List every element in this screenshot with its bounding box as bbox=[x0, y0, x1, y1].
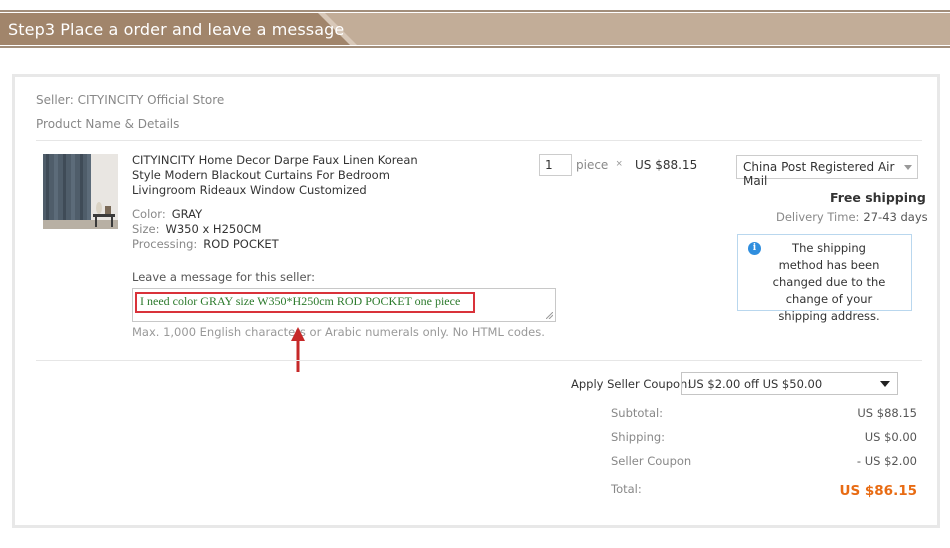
attribute-color: Color: GRAY bbox=[132, 207, 202, 221]
coupon-label: Apply Seller Coupon: bbox=[571, 377, 692, 391]
times-sign: × bbox=[616, 158, 623, 170]
delivery-time-label: Delivery Time: bbox=[776, 210, 860, 224]
banner-bottom-rule bbox=[0, 46, 950, 48]
seller-coupon-value: - US $2.00 bbox=[856, 454, 917, 468]
message-hint: Max. 1,000 English characters or Arabic … bbox=[132, 325, 545, 339]
shipping-value: US $0.00 bbox=[864, 430, 917, 444]
product-title[interactable]: CITYINCITY Home Decor Darpe Faux Linen K… bbox=[132, 153, 424, 198]
shipping-method-value: China Post Registered Air Mail bbox=[743, 160, 895, 188]
coupon-value: US $2.00 off US $50.00 bbox=[688, 377, 823, 391]
chevron-down-icon bbox=[904, 165, 912, 170]
seller-coupon-label: Seller Coupon bbox=[611, 454, 692, 468]
divider bbox=[36, 140, 922, 141]
attribute-size: Size: W350 x H250CM bbox=[132, 222, 261, 236]
total-label: Total: bbox=[611, 482, 642, 496]
attribute-value: ROD POCKET bbox=[203, 237, 279, 251]
quantity-input[interactable]: 1 bbox=[539, 154, 572, 176]
curtain-product-image[interactable] bbox=[43, 154, 118, 229]
attribute-label: Color: bbox=[132, 207, 166, 221]
shipping-label: Shipping: bbox=[611, 430, 666, 444]
step-title: Step3 Place a order and leave a message bbox=[8, 20, 345, 39]
attribute-processing: Processing: ROD POCKET bbox=[132, 237, 279, 251]
step-banner: Step3 Place a order and leave a message bbox=[0, 13, 950, 45]
seller-coupon-select[interactable]: US $2.00 off US $50.00 bbox=[681, 372, 898, 395]
chevron-down-icon bbox=[880, 381, 890, 387]
subtotal-label: Subtotal: bbox=[611, 406, 664, 420]
attribute-label: Processing: bbox=[132, 237, 198, 251]
shipping-notice-text: The shipping method has been changed due… bbox=[772, 241, 886, 323]
shipping-method-select[interactable]: China Post Registered Air Mail bbox=[736, 155, 918, 188]
seller-name: Seller: CITYINCITY Official Store bbox=[36, 93, 225, 107]
banner-top-rule bbox=[0, 10, 950, 12]
total-value: US $86.15 bbox=[839, 483, 917, 499]
divider bbox=[36, 360, 922, 361]
quantity-unit: piece bbox=[576, 158, 609, 172]
shipping-notice: i The shipping method has been changed d… bbox=[737, 234, 912, 323]
unit-price: US $88.15 bbox=[635, 158, 698, 172]
message-text: I need color GRAY size W350*H250cm ROD P… bbox=[140, 294, 461, 308]
order-panel: Seller: CITYINCITY Official Store Produc… bbox=[12, 74, 940, 528]
subtotal-value: US $88.15 bbox=[857, 406, 917, 420]
attribute-label: Size: bbox=[132, 222, 160, 236]
seller-message-textarea[interactable]: I need color GRAY size W350*H250cm ROD P… bbox=[132, 288, 556, 322]
delivery-time: Delivery Time: 27-43 days bbox=[776, 210, 928, 224]
red-arrow-icon bbox=[291, 327, 305, 372]
info-icon: i bbox=[748, 242, 761, 255]
free-shipping-label: Free shipping bbox=[830, 190, 926, 205]
message-label: Leave a message for this seller: bbox=[132, 270, 315, 284]
resize-handle-icon[interactable] bbox=[546, 312, 553, 319]
attribute-value: W350 x H250CM bbox=[165, 222, 262, 236]
product-details-header: Product Name & Details bbox=[36, 117, 180, 131]
attribute-value: GRAY bbox=[171, 207, 203, 221]
delivery-time-value: 27-43 days bbox=[863, 210, 928, 224]
